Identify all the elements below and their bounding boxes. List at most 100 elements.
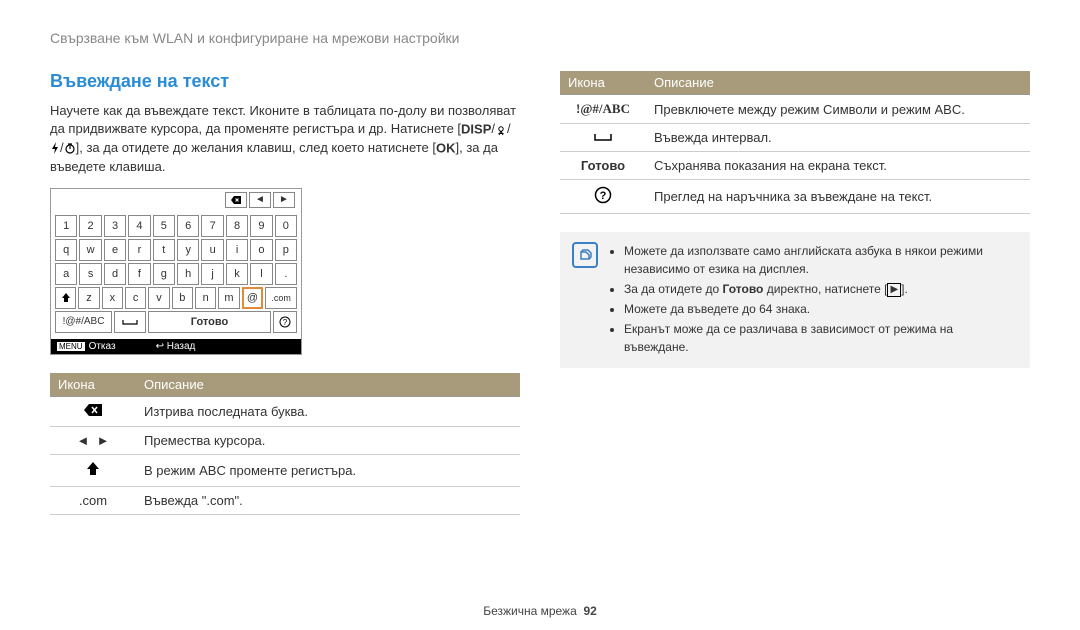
kb-key: c <box>125 287 146 309</box>
kb-key: r <box>128 239 150 261</box>
section-title: Въвеждане на текст <box>50 71 520 92</box>
kb-key: v <box>148 287 169 309</box>
t2-head-icon: Икона <box>560 71 646 95</box>
kb-row-qwerty: qwertyuiop <box>55 239 297 261</box>
table-row: Въвежда интервал. <box>560 124 1030 152</box>
ok-label: OK <box>436 140 456 155</box>
t1-desc-2: В режим ABC променте регистъра. <box>136 454 520 486</box>
right-column: Икона Описание !@#/ABC Превключете между… <box>560 71 1030 515</box>
table-row: В режим ABC променте регистъра. <box>50 454 520 486</box>
kb-key: n <box>195 287 216 309</box>
kb-key: s <box>79 263 101 285</box>
kb-key: q <box>55 239 77 261</box>
kb-key: a <box>55 263 77 285</box>
kb-cancel-label: Отказ <box>89 341 116 352</box>
backspace-icon <box>50 396 136 426</box>
breadcrumb: Свързване към WLAN и конфигуриране на мр… <box>50 30 1030 46</box>
kb-mode-key: !@#/ABC <box>55 311 112 333</box>
kb-key: j <box>201 263 223 285</box>
virtual-keyboard: ◄ ► 1234567890 qwertyuiop asdfghjkl. zxc… <box>50 188 302 355</box>
note-item: Екранът може да се различава в зависимос… <box>624 320 1018 356</box>
t1-head-desc: Описание <box>136 373 520 397</box>
kb-row-numbers: 1234567890 <box>55 215 297 237</box>
kb-key: x <box>102 287 123 309</box>
kb-key: e <box>104 239 126 261</box>
kb-left-icon: ◄ <box>249 192 271 208</box>
play-icon: ▶ <box>887 283 901 297</box>
kb-key: 7 <box>201 215 223 237</box>
kb-right-icon: ► <box>273 192 295 208</box>
kb-row-zxcv: zxcvbnm@.com <box>55 287 297 309</box>
t1-desc-1: Премества курсора. <box>136 426 520 454</box>
kb-key: 9 <box>250 215 272 237</box>
kb-key: d <box>104 263 126 285</box>
kb-key: h <box>177 263 199 285</box>
t2-desc-1: Въвежда интервал. <box>646 124 1030 152</box>
kb-space-key <box>114 311 146 333</box>
kb-footer: MENU Отказ ↩ Назад <box>51 339 301 354</box>
kb-key: t <box>153 239 175 261</box>
kb-help-key: ? <box>273 311 297 333</box>
kb-key: i <box>226 239 248 261</box>
kb-key: g <box>153 263 175 285</box>
table-row: ◄ ► Премества курсора. <box>50 426 520 454</box>
arrows-icon: ◄ ► <box>50 426 136 454</box>
kb-row-asdf: asdfghjkl. <box>55 263 297 285</box>
kb-key: f <box>128 263 150 285</box>
kb-key: 8 <box>226 215 248 237</box>
t2-desc-3: Преглед на наръчника за въвеждане на тек… <box>646 180 1030 214</box>
menu-tag: MENU <box>57 342 85 351</box>
kb-key: 6 <box>177 215 199 237</box>
kb-key: w <box>79 239 101 261</box>
table-row: .com Въвежда ".com". <box>50 486 520 514</box>
icon-table-1: Икона Описание Изтрива последната буква.… <box>50 373 520 515</box>
kb-key: p <box>275 239 297 261</box>
svg-text:?: ? <box>283 318 288 327</box>
footer-section: Безжична мрежа <box>483 604 577 618</box>
icon-table-2: Икона Описание !@#/ABC Превключете между… <box>560 71 1030 214</box>
help-icon: ? <box>560 180 646 214</box>
kb-backspace-icon <box>225 192 247 208</box>
kb-shift-key <box>55 287 76 309</box>
kb-key: u <box>201 239 223 261</box>
space-icon <box>560 124 646 152</box>
note-item: Можете да използвате само английската аз… <box>624 242 1018 278</box>
svg-text:?: ? <box>600 190 607 202</box>
kb-back-label: Назад <box>167 341 196 352</box>
kb-key: 2 <box>79 215 101 237</box>
kb-key: 1 <box>55 215 77 237</box>
disp-label: DISP <box>461 122 491 137</box>
mode-icon: !@#/ABC <box>560 95 646 124</box>
note-item: Можете да въведете до 64 знака. <box>624 300 1018 318</box>
shift-icon <box>50 454 136 486</box>
kb-key: z <box>78 287 99 309</box>
kb-key: l <box>250 263 272 285</box>
kb-key: b <box>172 287 193 309</box>
kb-key: k <box>226 263 248 285</box>
kb-key: 4 <box>128 215 150 237</box>
com-icon: .com <box>50 486 136 514</box>
intro-text: Научете как да въвеждате текст. Иконите … <box>50 102 520 176</box>
kb-key: .com <box>265 287 297 309</box>
note-icon <box>572 242 598 268</box>
t2-head-desc: Описание <box>646 71 1030 95</box>
t2-desc-0: Превключете между режим Символи и режим … <box>646 95 1030 124</box>
t2-desc-2: Съхранява показания на екрана текст. <box>646 152 1030 180</box>
left-column: Въвеждане на текст Научете как да въвежд… <box>50 71 520 515</box>
t1-head-icon: Икона <box>50 373 136 397</box>
table-row: !@#/ABC Превключете между режим Символи … <box>560 95 1030 124</box>
kb-back-icon: ↩ <box>156 341 164 352</box>
kb-key: 5 <box>153 215 175 237</box>
table-row: Готово Съхранява показания на екрана тек… <box>560 152 1030 180</box>
done-icon: Готово <box>560 152 646 180</box>
page-footer: Безжична мрежа 92 <box>0 604 1080 618</box>
kb-row-bottom: !@#/ABC Готово ? <box>55 311 297 333</box>
footer-page: 92 <box>583 604 596 618</box>
kb-key: 3 <box>104 215 126 237</box>
macro-icon <box>495 124 507 136</box>
kb-top-icons: ◄ ► <box>51 189 301 211</box>
timer-icon <box>64 142 76 154</box>
note-item: За да отидете до Готово директно, натисн… <box>624 280 1018 298</box>
t1-desc-3: Въвежда ".com". <box>136 486 520 514</box>
table-row: Изтрива последната буква. <box>50 396 520 426</box>
